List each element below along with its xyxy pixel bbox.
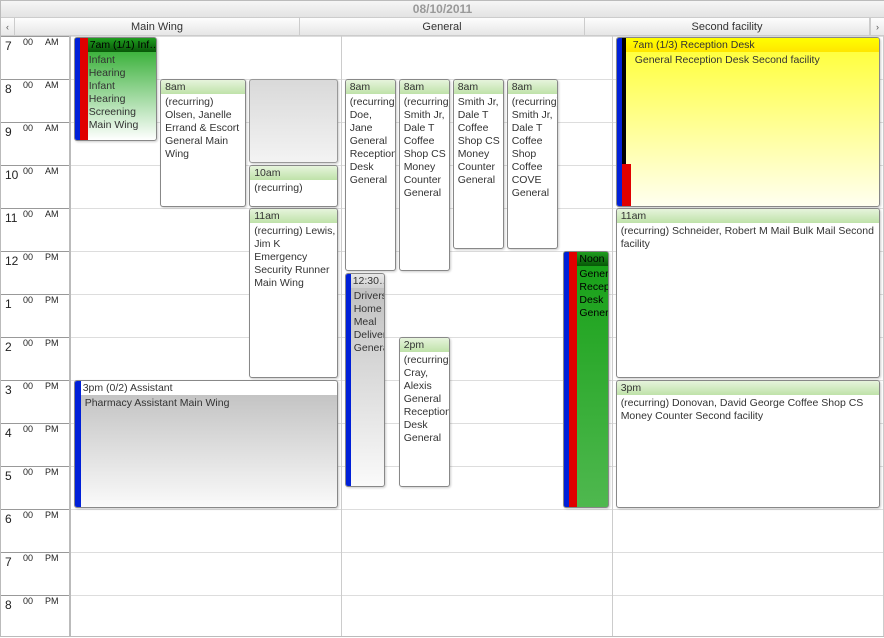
- appt-assistant[interactable]: 3pm (0/2) Assistant Pharmacy Assistant M…: [74, 380, 339, 508]
- appt-body: (recurring) Smith Jr, Dale T Coffee Shop…: [400, 94, 449, 202]
- appt-noon[interactable]: Noon … General Reception Desk General: [563, 251, 609, 508]
- chevron-right-icon: ›: [876, 22, 879, 32]
- appt-header: 11am: [617, 209, 880, 223]
- appt-smith2[interactable]: 8am Smith Jr, Dale T Coffee Shop CS Mone…: [453, 79, 504, 249]
- appt-olsen[interactable]: 8am (recurring) Olsen, Janelle Errand & …: [160, 79, 246, 207]
- chevron-left-icon: ‹: [6, 22, 9, 32]
- appt-header: 8am: [400, 80, 449, 94]
- column-header-general[interactable]: General: [300, 18, 585, 35]
- time-gutter: 700AM 800AM 900AM 1000AM 1100AM 1200PM 1…: [1, 36, 71, 636]
- appt-header: 8am: [346, 80, 395, 94]
- nav-prev-button[interactable]: ‹: [1, 18, 15, 35]
- hour-7pm: 700PM: [1, 552, 69, 595]
- hour-9am: 900AM: [1, 122, 69, 165]
- column-main-wing[interactable]: 7am (1/1) Inf… Infant Hearing Infant Hea…: [71, 36, 342, 636]
- appt-body: Pharmacy Assistant Main Wing: [75, 395, 338, 412]
- column-header-main-wing[interactable]: Main Wing: [15, 18, 300, 35]
- appt-header: 8am: [161, 80, 245, 94]
- calendar-columns: 7am (1/1) Inf… Infant Hearing Infant Hea…: [71, 36, 884, 636]
- hour-8am: 800AM: [1, 79, 69, 122]
- appt-infant-hearing[interactable]: 7am (1/1) Inf… Infant Hearing Infant Hea…: [74, 37, 158, 141]
- hour-2pm: 200PM: [1, 337, 69, 380]
- appt-reception-desk[interactable]: 7am (1/3) Reception Desk General Recepti…: [616, 37, 881, 207]
- appt-10am[interactable]: 10am (recurring): [249, 165, 338, 207]
- appt-body: (recurring) Schneider, Robert M Mail Bul…: [617, 223, 880, 253]
- appt-body: (recurring) Lewis, Jim K Emergency Secur…: [250, 223, 337, 292]
- appt-body: (recurring): [250, 180, 337, 197]
- hour-8pm: 800PM: [1, 595, 69, 638]
- appt-grey-block[interactable]: [249, 79, 338, 163]
- column-header-second-facility[interactable]: Second facility: [585, 18, 870, 35]
- calendar-day-view: 08/10/2011 ‹ Main Wing General Second fa…: [0, 0, 884, 637]
- appt-body: (recurring) Donovan, David George Coffee…: [617, 395, 880, 425]
- hour-11am: 1100AM: [1, 208, 69, 251]
- appt-body: Smith Jr, Dale T Coffee Shop CS Money Co…: [454, 94, 503, 189]
- appt-drivers[interactable]: 12:30… Drivers Home Meal Delivery Genera…: [345, 273, 386, 487]
- appt-header: 2pm: [400, 338, 449, 352]
- appt-smith3[interactable]: 8am (recurring) Smith Jr, Dale T Coffee …: [507, 79, 558, 249]
- date-label: 08/10/2011: [413, 2, 472, 16]
- date-bar: 08/10/2011: [1, 1, 884, 18]
- appt-cray[interactable]: 2pm (recurring) Cray, Alexis General Rec…: [399, 337, 450, 487]
- appt-body: (recurring) Cray, Alexis General Recepti…: [400, 352, 449, 447]
- appt-body: Drivers Home Meal Delivery General: [346, 288, 385, 357]
- appt-lewis[interactable]: 11am (recurring) Lewis, Jim K Emergency …: [249, 208, 338, 378]
- hour-3pm: 300PM: [1, 380, 69, 423]
- hour-1pm: 100PM: [1, 294, 69, 337]
- appt-header: 3pm: [617, 381, 880, 395]
- column-general[interactable]: 8am (recurring) Doe, Jane General Recept…: [342, 36, 613, 636]
- hour-6pm: 600PM: [1, 509, 69, 552]
- appt-schneider[interactable]: 11am (recurring) Schneider, Robert M Mai…: [616, 208, 881, 378]
- hour-12pm: 1200PM: [1, 251, 69, 294]
- appt-body: (recurring) Smith Jr, Dale T Coffee Shop…: [508, 94, 557, 202]
- appt-body: (recurring) Doe, Jane General Reception …: [346, 94, 395, 189]
- appt-header: 7am (1/3) Reception Desk: [617, 38, 880, 52]
- appt-header: 11am: [250, 209, 337, 223]
- appt-header: 8am: [508, 80, 557, 94]
- appt-smith1[interactable]: 8am (recurring) Smith Jr, Dale T Coffee …: [399, 79, 450, 271]
- hour-4pm: 400PM: [1, 423, 69, 466]
- column-second-facility[interactable]: 7am (1/3) Reception Desk General Recepti…: [613, 36, 884, 636]
- column-headers: ‹ Main Wing General Second facility ›: [1, 18, 884, 36]
- appt-header: 3pm (0/2) Assistant: [75, 381, 338, 395]
- appt-header: 12:30…: [346, 274, 385, 288]
- appt-donovan[interactable]: 3pm (recurring) Donovan, David George Co…: [616, 380, 881, 508]
- hour-7am: 700AM: [1, 36, 69, 79]
- appt-header: 10am: [250, 166, 337, 180]
- appt-header: 8am: [454, 80, 503, 94]
- hour-10am: 1000AM: [1, 165, 69, 208]
- appt-body: (recurring) Olsen, Janelle Errand & Esco…: [161, 94, 245, 163]
- appt-doe[interactable]: 8am (recurring) Doe, Jane General Recept…: [345, 79, 396, 271]
- appt-body: General Reception Desk Second facility: [617, 52, 880, 69]
- hour-5pm: 500PM: [1, 466, 69, 509]
- calendar-body: 700AM 800AM 900AM 1000AM 1100AM 1200PM 1…: [1, 36, 884, 636]
- nav-next-button[interactable]: ›: [870, 18, 884, 35]
